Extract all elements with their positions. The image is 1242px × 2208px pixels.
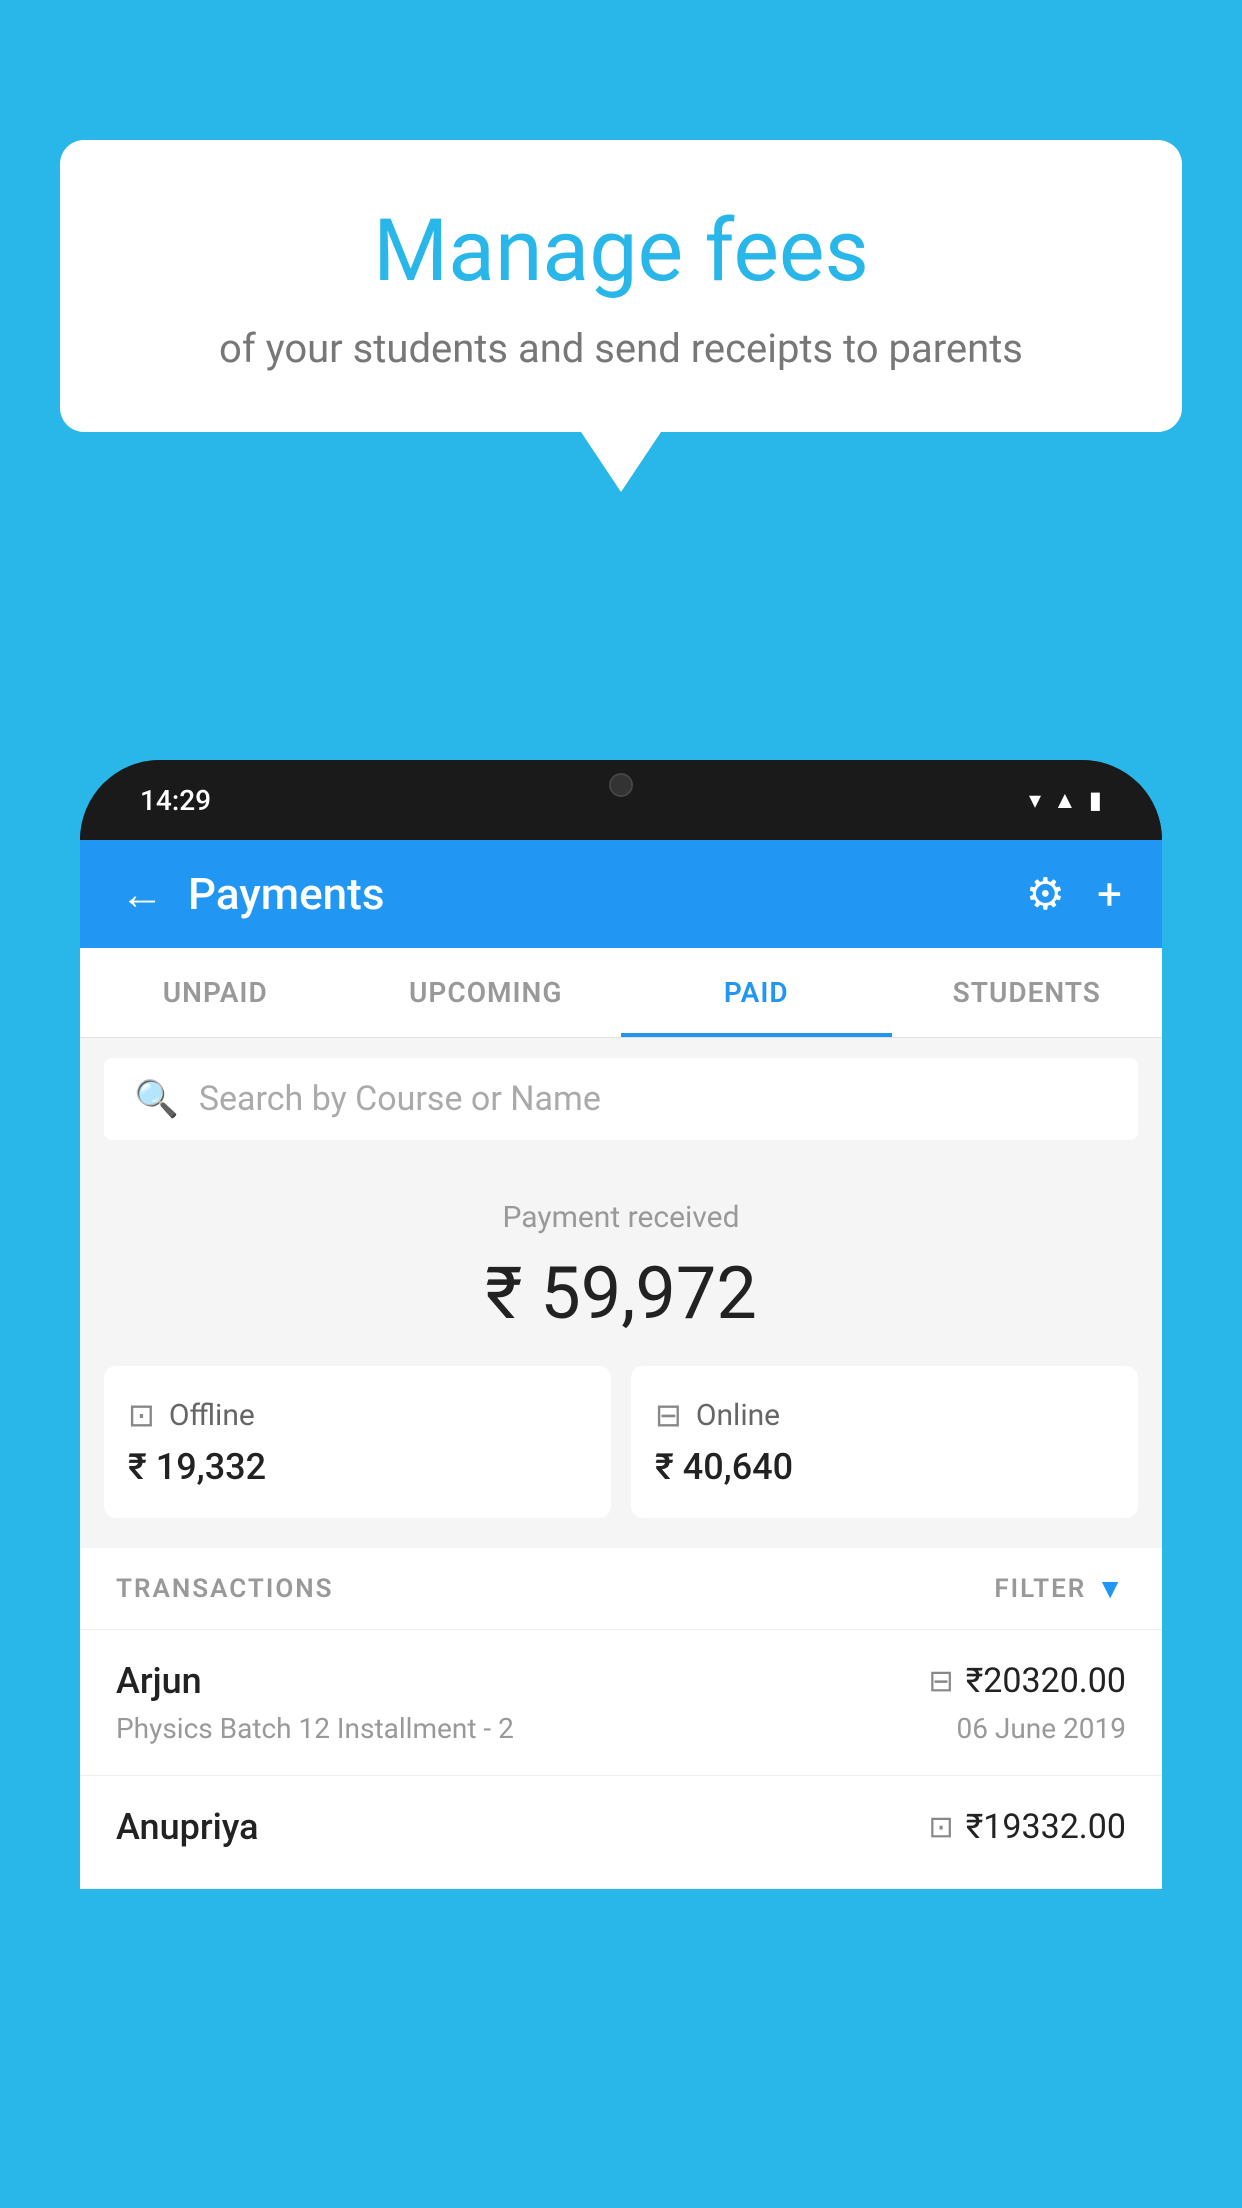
tab-students[interactable]: STUDENTS [892, 948, 1163, 1037]
transaction-amount: ₹20320.00 [966, 1661, 1126, 1701]
online-icon: ⊟ [655, 1396, 682, 1434]
status-time: 14:29 [140, 784, 211, 817]
phone-camera [609, 773, 633, 797]
transaction-row-top-2: Anupriya ⊡ ₹19332.00 [116, 1806, 1126, 1848]
transaction-name-2: Anupriya [116, 1806, 259, 1848]
payment-cards: ⊡ Offline ₹ 19,332 ⊟ Online ₹ 40,640 [104, 1366, 1138, 1518]
transaction-row[interactable]: Arjun ⊟ ₹20320.00 Physics Batch 12 Insta… [80, 1630, 1162, 1776]
status-icons: ▾ ▲ ▮ [1029, 786, 1102, 815]
back-button[interactable]: ← [120, 872, 164, 916]
transaction-row-bottom: Physics Batch 12 Installment - 2 06 June… [116, 1712, 1126, 1745]
transaction-amount-2: ₹19332.00 [966, 1807, 1126, 1847]
transaction-date: 06 June 2019 [956, 1712, 1126, 1745]
speech-bubble-section: Manage fees of your students and send re… [60, 140, 1182, 492]
transaction-amount-wrap: ⊟ ₹20320.00 [929, 1661, 1126, 1701]
tab-unpaid[interactable]: UNPAID [80, 948, 351, 1037]
app-header: ← Payments ⚙ + [80, 840, 1162, 948]
status-bar: 14:29 ▾ ▲ ▮ [80, 760, 1162, 840]
speech-bubble: Manage fees of your students and send re… [60, 140, 1182, 432]
filter-wrap[interactable]: FILTER ▼ [994, 1572, 1126, 1605]
filter-icon: ▼ [1096, 1572, 1126, 1605]
offline-payment-icon: ⊡ [929, 1810, 954, 1845]
offline-card: ⊡ Offline ₹ 19,332 [104, 1366, 611, 1518]
header-left: ← Payments [120, 868, 384, 920]
online-card-header: ⊟ Online [655, 1396, 780, 1434]
transactions-header: TRANSACTIONS FILTER ▼ [80, 1548, 1162, 1630]
search-box[interactable]: 🔍 Search by Course or Name [104, 1058, 1138, 1140]
payment-total-amount: ₹ 59,972 [104, 1251, 1138, 1336]
online-payment-icon: ⊟ [929, 1664, 954, 1699]
wifi-icon: ▾ [1029, 786, 1041, 814]
transaction-course: Physics Batch 12 Installment - 2 [116, 1712, 514, 1745]
transaction-name: Arjun [116, 1660, 202, 1702]
phone-notch [541, 760, 701, 810]
signal-icon: ▲ [1053, 786, 1077, 815]
search-icon: 🔍 [134, 1078, 179, 1120]
bubble-tail [581, 432, 661, 492]
tab-paid[interactable]: PAID [621, 948, 892, 1037]
tabs-container: UNPAID UPCOMING PAID STUDENTS [80, 948, 1162, 1038]
search-placeholder: Search by Course or Name [199, 1079, 601, 1119]
tab-upcoming[interactable]: UPCOMING [351, 948, 622, 1037]
settings-button[interactable]: ⚙ [1026, 868, 1065, 920]
offline-card-header: ⊡ Offline [128, 1396, 255, 1434]
bubble-title: Manage fees [140, 200, 1102, 301]
filter-label: FILTER [994, 1574, 1086, 1604]
transaction-row[interactable]: Anupriya ⊡ ₹19332.00 [80, 1776, 1162, 1889]
transaction-amount-wrap-2: ⊡ ₹19332.00 [929, 1807, 1126, 1847]
online-card: ⊟ Online ₹ 40,640 [631, 1366, 1138, 1518]
online-label: Online [696, 1398, 780, 1433]
phone-container: 14:29 ▾ ▲ ▮ ← Payments ⚙ + UNPAI [80, 760, 1162, 2208]
bubble-subtitle: of your students and send receipts to pa… [140, 325, 1102, 372]
header-title: Payments [188, 868, 384, 920]
phone-frame: 14:29 ▾ ▲ ▮ ← Payments ⚙ + UNPAI [80, 760, 1162, 1889]
add-button[interactable]: + [1097, 868, 1122, 920]
battery-icon: ▮ [1089, 786, 1102, 814]
payment-received-label: Payment received [104, 1200, 1138, 1235]
offline-icon: ⊡ [128, 1396, 155, 1434]
online-amount: ₹ 40,640 [655, 1446, 793, 1488]
offline-label: Offline [169, 1398, 255, 1433]
search-container: 🔍 Search by Course or Name [80, 1038, 1162, 1160]
transactions-label: TRANSACTIONS [116, 1574, 334, 1604]
offline-amount: ₹ 19,332 [128, 1446, 266, 1488]
transaction-row-top: Arjun ⊟ ₹20320.00 [116, 1660, 1126, 1702]
header-right: ⚙ + [1026, 868, 1122, 920]
payment-summary: Payment received ₹ 59,972 ⊡ Offline ₹ 19… [80, 1160, 1162, 1548]
